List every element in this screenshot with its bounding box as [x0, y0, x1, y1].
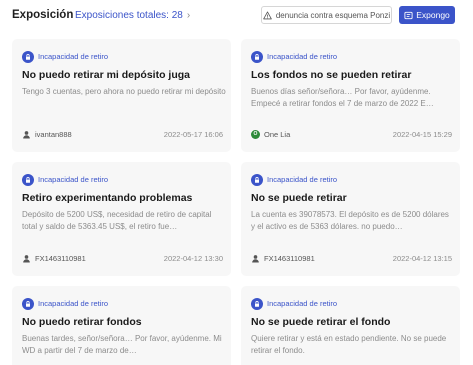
lock-icon [251, 50, 263, 63]
exposure-card[interactable]: Incapacidad de retiro Los fondos no se p… [241, 39, 460, 152]
card-footer: FX1463110981 2022-04-12 13:15 [251, 252, 452, 264]
category-badge: Incapacidad de retiro [22, 49, 108, 64]
expose-icon [404, 11, 413, 19]
category-badge: Incapacidad de retiro [251, 296, 337, 311]
card-description: La cuenta es 39078573. El depósito es de… [251, 210, 449, 231]
category-label: Incapacidad de retiro [38, 52, 109, 61]
category-badge: Incapacidad de retiro [22, 172, 108, 187]
lock-icon [251, 297, 263, 310]
user-icon [22, 130, 31, 139]
card-footer: FX1463110981 2022-04-12 13:30 [22, 252, 223, 264]
lock-icon [22, 173, 34, 186]
lock-icon [22, 297, 34, 310]
card-footer: ivantan888 2022-05-17 16:06 [22, 128, 223, 140]
exposure-card[interactable]: Incapacidad de retiro No puedo retirar f… [12, 286, 231, 365]
total-exposures-link[interactable]: Exposiciones totales: 28 › [75, 10, 190, 21]
category-label: Incapacidad de retiro [38, 299, 109, 308]
card-title: Retiro experimentando problemas [22, 192, 193, 204]
card-description: Tengo 3 cuentas, pero ahora no puedo ret… [22, 87, 226, 96]
chevron-right-icon: › [186, 10, 191, 21]
exposure-card-grid: Incapacidad de retiro No puedo retirar m… [12, 39, 460, 365]
card-title: No puedo retirar mi depósito juga [22, 69, 191, 81]
category-badge: Incapacidad de retiro [251, 49, 337, 64]
page-title: Exposición [12, 9, 74, 21]
exposure-card[interactable]: Incapacidad de retiro Retiro experimenta… [12, 162, 231, 276]
category-badge: Incapacidad de retiro [22, 296, 108, 311]
card-title: No se puede retirar [251, 192, 347, 204]
warning-icon [263, 10, 272, 19]
category-label: Incapacidad de retiro [38, 175, 109, 184]
card-title: No puedo retirar fondos [22, 316, 142, 328]
total-exposures-label: Exposiciones totales: 28 [75, 10, 183, 21]
post-date: 2022-05-17 16:06 [163, 129, 223, 139]
username[interactable]: FX1463110981 [264, 254, 315, 263]
lock-icon [251, 173, 263, 186]
username[interactable]: ivantan888 [35, 130, 72, 139]
category-label: Incapacidad de retiro [267, 52, 338, 61]
card-footer: O One Lia 2022-04-15 15:29 [251, 128, 452, 140]
post-date: 2022-04-15 15:29 [392, 129, 452, 139]
username[interactable]: One Lia [264, 130, 290, 139]
category-badge: Incapacidad de retiro [251, 172, 337, 187]
ponzi-report-button[interactable]: denuncia contra esquema Ponzi [261, 6, 392, 24]
card-description: Depósito de 5200 US$, necesidad de retir… [22, 210, 212, 231]
category-label: Incapacidad de retiro [267, 175, 338, 184]
exposure-card[interactable]: Incapacidad de retiro No se puede retira… [241, 162, 460, 276]
user-icon [251, 254, 260, 263]
lock-icon [22, 50, 34, 63]
card-description: Buenos días señor/señora… Por favor, ayú… [251, 87, 434, 108]
exposure-card[interactable]: Incapacidad de retiro No se puede retira… [241, 286, 460, 365]
username[interactable]: FX1463110981 [35, 254, 86, 263]
user-icon [22, 254, 31, 263]
expose-label: Expongo [416, 10, 450, 20]
page-header: Exposición Exposiciones totales: 28 › de… [0, 0, 473, 34]
ponzi-report-label: denuncia contra esquema Ponzi [275, 10, 391, 20]
card-title: Los fondos no se pueden retirar [251, 69, 412, 81]
green-circle-icon: O [251, 129, 260, 139]
card-description: Quiere retirar y está en estado pendient… [251, 334, 447, 355]
expose-button[interactable]: Expongo [399, 6, 455, 24]
card-title: No se puede retirar el fondo [251, 316, 391, 328]
exposure-card[interactable]: Incapacidad de retiro No puedo retirar m… [12, 39, 231, 152]
post-date: 2022-04-12 13:30 [163, 253, 223, 263]
card-description: Buenas tardes, señor/señora… Por favor, … [22, 334, 222, 355]
category-label: Incapacidad de retiro [267, 299, 338, 308]
post-date: 2022-04-12 13:15 [392, 253, 452, 263]
